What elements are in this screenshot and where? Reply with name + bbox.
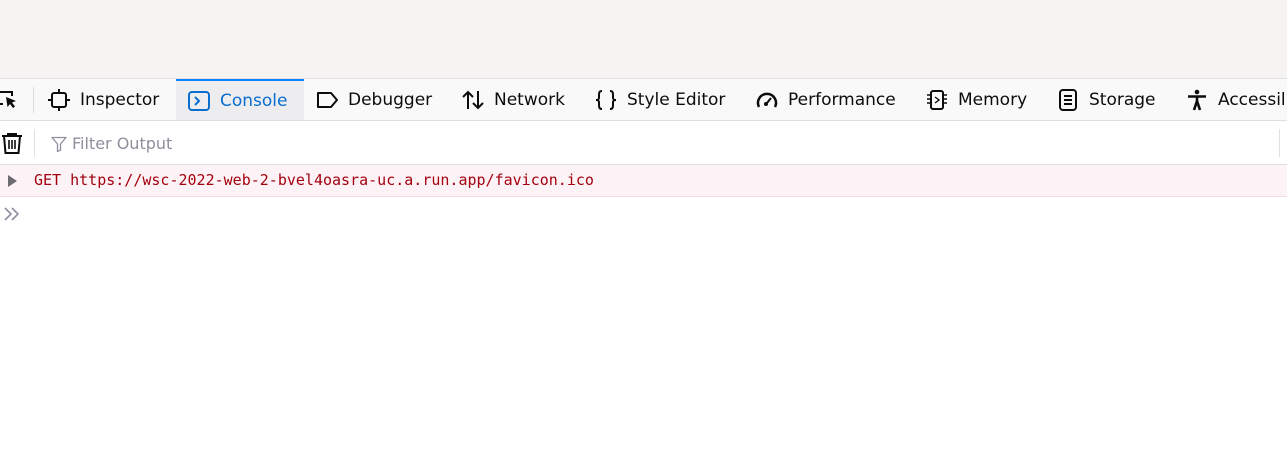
tab-style-editor-label: Style Editor [627, 90, 726, 110]
filter-separator-right [1279, 129, 1280, 157]
console-input-row[interactable] [0, 197, 1287, 233]
console-filter-bar [0, 121, 1287, 165]
debugger-icon [317, 92, 338, 108]
request-method: GET [34, 171, 62, 189]
request-url[interactable]: https://wsc-2022-web-2-bvel4oasra-uc.a.r… [70, 171, 594, 189]
tab-debugger-label: Debugger [348, 90, 433, 110]
console-icon [188, 91, 210, 111]
tab-performance-label: Performance [788, 90, 896, 110]
tab-inspector[interactable]: Inspector [36, 79, 176, 120]
style-editor-icon [595, 90, 617, 110]
filter-separator [34, 129, 35, 157]
filter-icon [51, 136, 67, 152]
performance-icon [756, 92, 778, 108]
tab-accessibility[interactable]: Accessil [1174, 79, 1287, 120]
element-picker-button[interactable] [0, 79, 32, 120]
network-icon [462, 90, 484, 110]
element-picker-icon [0, 91, 16, 108]
accessibility-icon [1188, 89, 1206, 111]
console-message-error[interactable]: GET https://wsc-2022-web-2-bvel4oasra-uc… [0, 165, 1287, 197]
tab-inspector-label: Inspector [80, 90, 160, 110]
tab-network[interactable]: Network [450, 79, 582, 120]
trash-icon[interactable] [0, 131, 24, 155]
tab-style-editor[interactable]: Style Editor [583, 79, 744, 120]
tab-memory-label: Memory [958, 90, 1028, 110]
tab-memory[interactable]: Memory [914, 79, 1044, 120]
tab-performance[interactable]: Performance [744, 79, 914, 120]
tab-network-label: Network [494, 90, 565, 110]
expand-arrow-icon[interactable] [7, 173, 19, 189]
console-message-text: GET https://wsc-2022-web-2-bvel4oasra-uc… [34, 171, 594, 189]
devtools-toolbar: Inspector Console Debugger Network Style… [0, 78, 1287, 121]
storage-icon [1059, 89, 1077, 111]
tab-console[interactable]: Console [176, 79, 304, 120]
tab-console-label: Console [220, 91, 288, 111]
tab-debugger[interactable]: Debugger [304, 79, 449, 120]
tab-storage[interactable]: Storage [1045, 79, 1173, 120]
tab-storage-label: Storage [1089, 90, 1156, 110]
toolbar-separator [33, 87, 34, 113]
filter-output-input[interactable] [72, 129, 1262, 157]
inspector-icon [48, 89, 70, 111]
browser-content-area [0, 0, 1287, 78]
tab-accessibility-label: Accessil [1218, 90, 1286, 110]
memory-icon [927, 90, 947, 110]
chevron-double-right-icon [4, 207, 20, 221]
